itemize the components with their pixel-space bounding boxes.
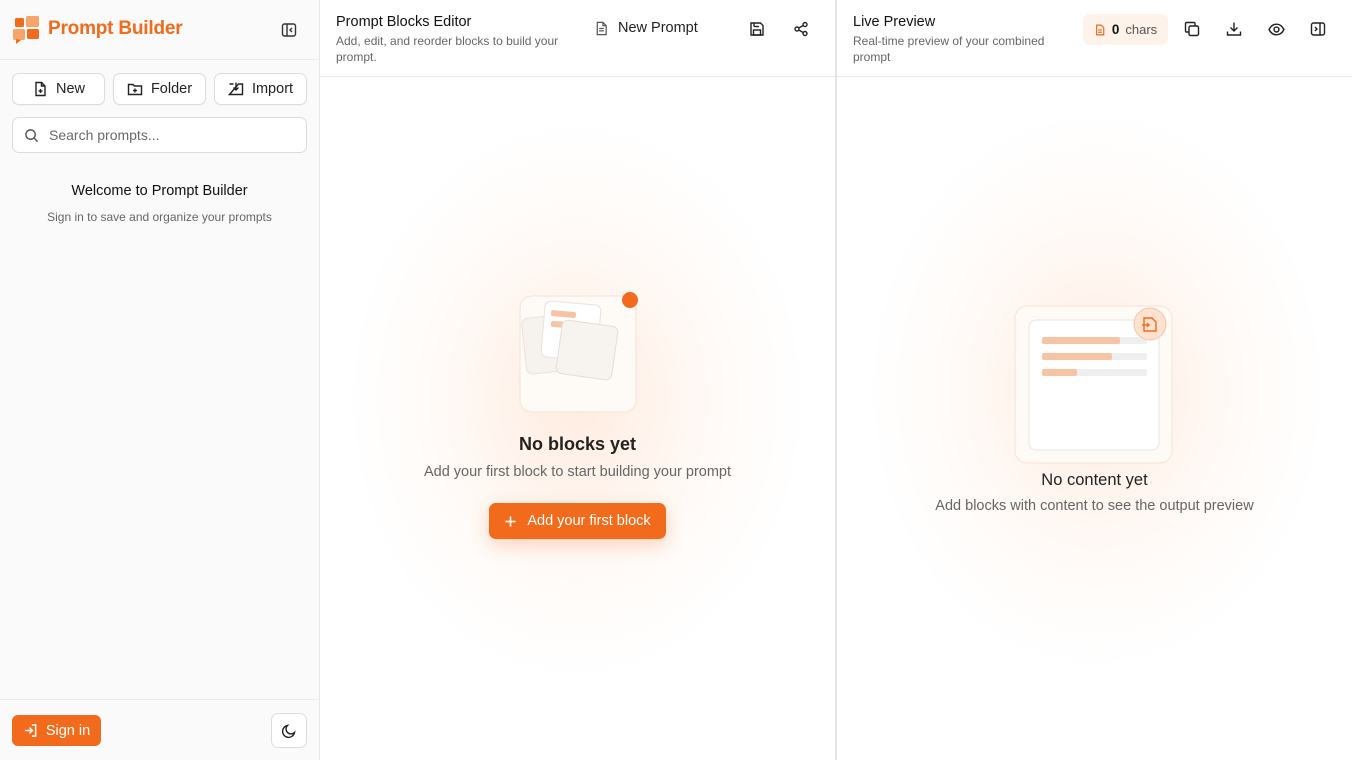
blocks-illustration [519,292,638,413]
add-first-block-button[interactable]: Add your first block [489,503,666,539]
sidebar-collapse-icon [281,23,297,37]
eye-icon [1267,22,1285,36]
editor-empty-title: No blocks yet [518,434,637,454]
editor-panel: Prompt Blocks Editor Add, edit, and reor… [320,0,835,760]
folder-label: Folder [150,81,193,97]
toggle-view-button[interactable] [1265,18,1287,40]
sidebar-header: Prompt Builder [0,0,319,60]
theme-toggle-button[interactable] [271,713,307,748]
char-count-badge: 0 chars [1083,14,1168,45]
collapse-preview-button[interactable] [1307,18,1329,40]
sign-in-icon [24,724,37,737]
save-icon [750,22,764,36]
preview-illustration [1014,305,1173,464]
editor-header: Prompt Blocks Editor Add, edit, and reor… [320,0,835,77]
char-count-unit: chars [1125,22,1158,37]
sidebar-footer: Sign in [0,699,319,760]
import-button[interactable]: Import [214,73,307,105]
prompt-name[interactable]: New Prompt [594,20,698,36]
brand-name: Prompt Builder [48,18,183,39]
search-icon [25,128,39,142]
download-icon [1226,22,1242,36]
search-input[interactable] [49,127,289,143]
editor-subtitle: Add, edit, and reorder blocks to build y… [336,34,559,64]
char-count-value: 0 [1111,22,1120,37]
import-label: Import [251,81,294,97]
download-button[interactable] [1223,18,1245,40]
preview-panel: Live Preview Real-time preview of your c… [837,0,1352,760]
new-prompt-button[interactable]: New [12,73,105,105]
add-first-block-label: Add your first block [527,513,651,529]
prompt-name-label: New Prompt [618,20,698,36]
welcome-subtitle: Sign in to save and organize your prompt… [47,210,272,224]
preview-subtitle: Real-time preview of your combined promp… [853,34,1045,64]
sidebar-actions: New Folder Import [12,73,307,105]
sign-in-label: Sign in [45,722,91,739]
copy-button[interactable] [1181,18,1203,40]
file-plus-icon [35,81,46,97]
sign-in-button[interactable]: Sign in [12,715,101,746]
sidebar: Prompt Builder New Folder Import Search … [0,0,320,760]
folder-plus-icon [127,83,143,96]
logo-icon [13,16,39,44]
preview-title: Live Preview [853,14,936,30]
preview-empty-title: No content yet [1041,471,1148,489]
copy-icon [1184,21,1200,37]
save-button[interactable] [746,18,768,40]
welcome-title: Welcome to Prompt Builder [71,183,248,199]
editor-empty-subtitle: Add your first block to start building y… [423,464,732,480]
new-folder-button[interactable]: Folder [113,73,206,105]
new-label: New [55,81,85,97]
sidebar-collapse-button[interactable] [279,20,299,40]
preview-header: Live Preview Real-time preview of your c… [837,0,1352,77]
import-icon [227,82,244,96]
document-icon [1095,24,1105,35]
share-icon [794,21,808,37]
preview-empty-subtitle: Add blocks with content to see the outpu… [935,498,1254,514]
document-icon [596,21,607,35]
moon-icon [281,723,296,738]
search-box [12,117,307,153]
panel-right-icon [1310,22,1326,36]
share-button[interactable] [790,18,812,40]
editor-title: Prompt Blocks Editor [336,14,472,30]
plus-icon [505,515,516,527]
